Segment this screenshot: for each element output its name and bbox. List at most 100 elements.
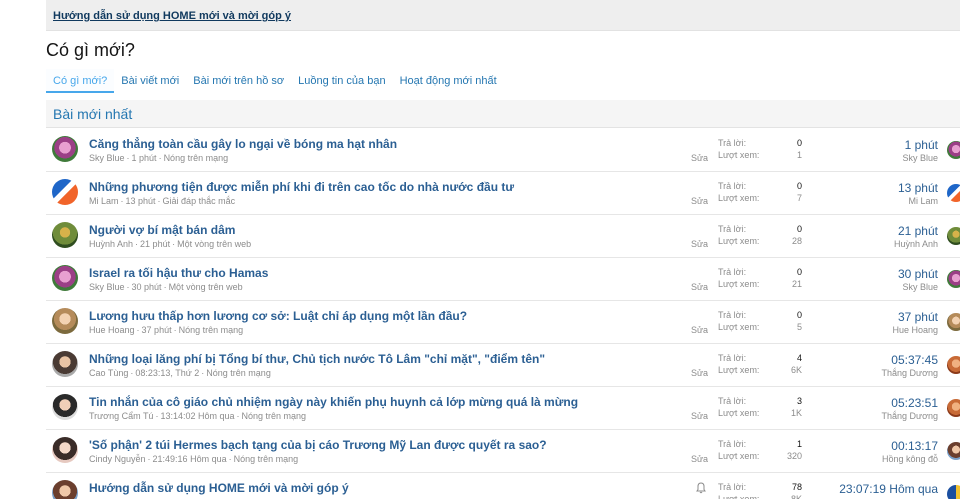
last-poster-avatar[interactable] xyxy=(947,270,960,288)
lotus-avatar[interactable] xyxy=(52,136,78,162)
edit-link[interactable]: Sửa xyxy=(691,153,708,163)
last-post-user[interactable]: Mi Lam xyxy=(908,196,938,206)
portrait-avatar[interactable] xyxy=(52,394,78,420)
last-post-time[interactable]: 21 phút xyxy=(898,224,938,238)
last-post-user[interactable]: Sky Blue xyxy=(902,153,938,163)
thread-meta: Sky Blue · 30 phút · Một vòng trên web xyxy=(89,282,243,292)
bell-icon[interactable] xyxy=(696,482,706,494)
thread-title[interactable]: Lương hưu thấp hơn lương cơ sở: Luật chỉ… xyxy=(89,309,467,323)
thread-time[interactable]: 13 phút xyxy=(126,196,156,206)
last-post-time[interactable]: 30 phút xyxy=(898,267,938,281)
last-post-time[interactable]: 05:37:45 xyxy=(891,353,938,367)
thread-title[interactable]: Người vợ bí mật bán dâm xyxy=(89,223,235,237)
last-poster-avatar[interactable] xyxy=(947,356,960,374)
views-label: Lượt xem: xyxy=(718,408,760,418)
thread-row: Hướng dẫn sử dụng HOME mới và mời góp ý … xyxy=(46,473,960,499)
last-post-time[interactable]: 23:07:19 Hôm qua xyxy=(839,482,938,496)
portrait-avatar[interactable] xyxy=(52,308,78,334)
thread-forum[interactable]: Nóng trên mạng xyxy=(206,368,271,378)
thread-author[interactable]: Huỳnh Anh xyxy=(89,239,133,249)
views-label: Lượt xem: xyxy=(718,236,760,246)
thread-author[interactable]: Mi Lam xyxy=(89,196,119,206)
thread-title[interactable]: 'Số phận' 2 túi Hermes bạch tạng của bị … xyxy=(89,438,547,452)
notice-link[interactable]: Hướng dẫn sử dụng HOME mới và mời góp ý xyxy=(53,10,291,22)
thread-time[interactable]: 37 phút xyxy=(142,325,172,335)
portrait-avatar[interactable] xyxy=(52,351,78,377)
views-count: 8K xyxy=(790,494,802,499)
tab-whats-new[interactable]: Có gì mới? xyxy=(46,69,115,93)
thread-title[interactable]: Hướng dẫn sử dụng HOME mới và mời góp ý xyxy=(89,481,349,495)
thread-forum[interactable]: Nóng trên mạng xyxy=(179,325,244,335)
field-avatar[interactable] xyxy=(52,222,78,248)
last-post-user[interactable]: Hue Hoang xyxy=(892,325,938,335)
thread-author[interactable]: Sky Blue xyxy=(89,153,125,163)
edit-link[interactable]: Sửa xyxy=(691,325,708,335)
tab-your-news-feed[interactable]: Luồng tin của bạn xyxy=(291,69,392,93)
portrait-avatar[interactable] xyxy=(52,480,78,499)
edit-link[interactable]: Sửa xyxy=(691,282,708,292)
last-poster-avatar[interactable] xyxy=(947,485,960,499)
replies-label: Trả lời: xyxy=(718,181,747,191)
thread-row: Israel ra tối hậu thư cho Hamas Sky Blue… xyxy=(46,258,960,301)
thread-title[interactable]: Những loại lăng phí bị Tổng bí thư, Chủ … xyxy=(89,352,545,366)
thread-time[interactable]: 13:14:02 Hôm qua xyxy=(160,411,234,421)
thread-author[interactable]: Sky Blue xyxy=(89,282,125,292)
thread-forum[interactable]: Một vòng trên web xyxy=(169,282,243,292)
last-post-time[interactable]: 1 phút xyxy=(905,138,938,152)
thread-author[interactable]: Trương Cẩm Tú xyxy=(89,411,153,421)
thread-meta: Huỳnh Anh · 21 phút · Một vòng trên web xyxy=(89,239,252,249)
thread-forum[interactable]: Nóng trên mạng xyxy=(234,454,299,464)
last-post-time[interactable]: 00:13:17 xyxy=(891,439,938,453)
last-poster-avatar[interactable] xyxy=(947,313,960,331)
thread-forum[interactable]: Giải đáp thắc mắc xyxy=(163,196,236,206)
replies-label: Trả lời: xyxy=(718,138,747,148)
last-post-time[interactable]: 05:23:51 xyxy=(891,396,938,410)
last-post-time[interactable]: 13 phút xyxy=(898,181,938,195)
edit-link[interactable]: Sửa xyxy=(691,454,708,464)
tab-new-profile-posts[interactable]: Bài mới trên hồ sơ xyxy=(186,69,291,93)
edit-link[interactable]: Sửa xyxy=(691,411,708,421)
thread-meta: Hue Hoang · 37 phút · Nóng trên mạng xyxy=(89,325,244,335)
replies-count: 0 xyxy=(796,310,802,320)
thread-author[interactable]: Cao Tùng xyxy=(89,368,128,378)
thread-title[interactable]: Tin nhắn của cô giáo chủ nhiệm ngày này … xyxy=(89,395,578,409)
edit-link[interactable]: Sửa xyxy=(691,368,708,378)
last-poster-avatar[interactable] xyxy=(947,227,960,245)
last-post-user[interactable]: Huỳnh Anh xyxy=(894,239,938,249)
feather-avatar[interactable] xyxy=(52,179,78,205)
section-title: Bài mới nhất xyxy=(46,100,960,128)
tab-new-posts[interactable]: Bài viết mới xyxy=(114,69,186,93)
thread-author[interactable]: Hue Hoang xyxy=(89,325,135,335)
last-post-user[interactable]: Thắng Dương xyxy=(882,411,938,421)
views-count: 320 xyxy=(786,451,802,461)
page-title: Có gì mới? xyxy=(46,40,135,60)
last-poster-avatar[interactable] xyxy=(947,399,960,417)
last-post-user[interactable]: Thắng Dương xyxy=(882,368,938,378)
replies-label: Trả lời: xyxy=(718,396,747,406)
thread-time[interactable]: 21 phút xyxy=(140,239,170,249)
thread-time[interactable]: 08:23:13, Thứ 2 xyxy=(135,368,199,378)
tab-latest-activity[interactable]: Hoạt động mới nhất xyxy=(393,69,504,93)
edit-link[interactable]: Sửa xyxy=(691,196,708,206)
last-poster-avatar[interactable] xyxy=(947,442,960,460)
edit-link[interactable]: Sửa xyxy=(691,239,708,249)
views-count: 21 xyxy=(791,279,802,289)
last-poster-avatar[interactable] xyxy=(947,184,960,202)
thread-time[interactable]: 1 phút xyxy=(132,153,157,163)
thread-title[interactable]: Căng thẳng toàn cầu gây lo ngại về bóng … xyxy=(89,137,397,151)
last-post-user[interactable]: Hồng kông đỗ xyxy=(882,454,938,464)
thread-author[interactable]: Cindy Nguyễn xyxy=(89,454,146,464)
thread-title[interactable]: Những phương tiện được miễn phí khi đi t… xyxy=(89,180,514,194)
last-post-user[interactable]: Sky Blue xyxy=(902,282,938,292)
thread-time[interactable]: 30 phút xyxy=(132,282,162,292)
thread-time[interactable]: 21:49:16 Hôm qua xyxy=(153,454,227,464)
portrait-avatar[interactable] xyxy=(52,437,78,463)
lotus-avatar[interactable] xyxy=(52,265,78,291)
thread-forum[interactable]: Nóng trên mạng xyxy=(164,153,229,163)
replies-count: 4 xyxy=(796,353,802,363)
thread-forum[interactable]: Nóng trên mạng xyxy=(242,411,307,421)
last-post-time[interactable]: 37 phút xyxy=(898,310,938,324)
thread-title[interactable]: Israel ra tối hậu thư cho Hamas xyxy=(89,266,268,280)
last-poster-avatar[interactable] xyxy=(947,141,960,159)
thread-forum[interactable]: Một vòng trên web xyxy=(177,239,251,249)
